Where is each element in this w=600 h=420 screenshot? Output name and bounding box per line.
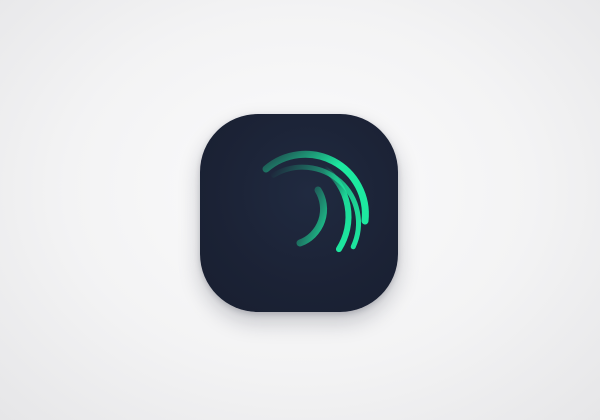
app-icon[interactable] — [200, 114, 398, 312]
alight-motion-logo-icon — [262, 150, 369, 253]
